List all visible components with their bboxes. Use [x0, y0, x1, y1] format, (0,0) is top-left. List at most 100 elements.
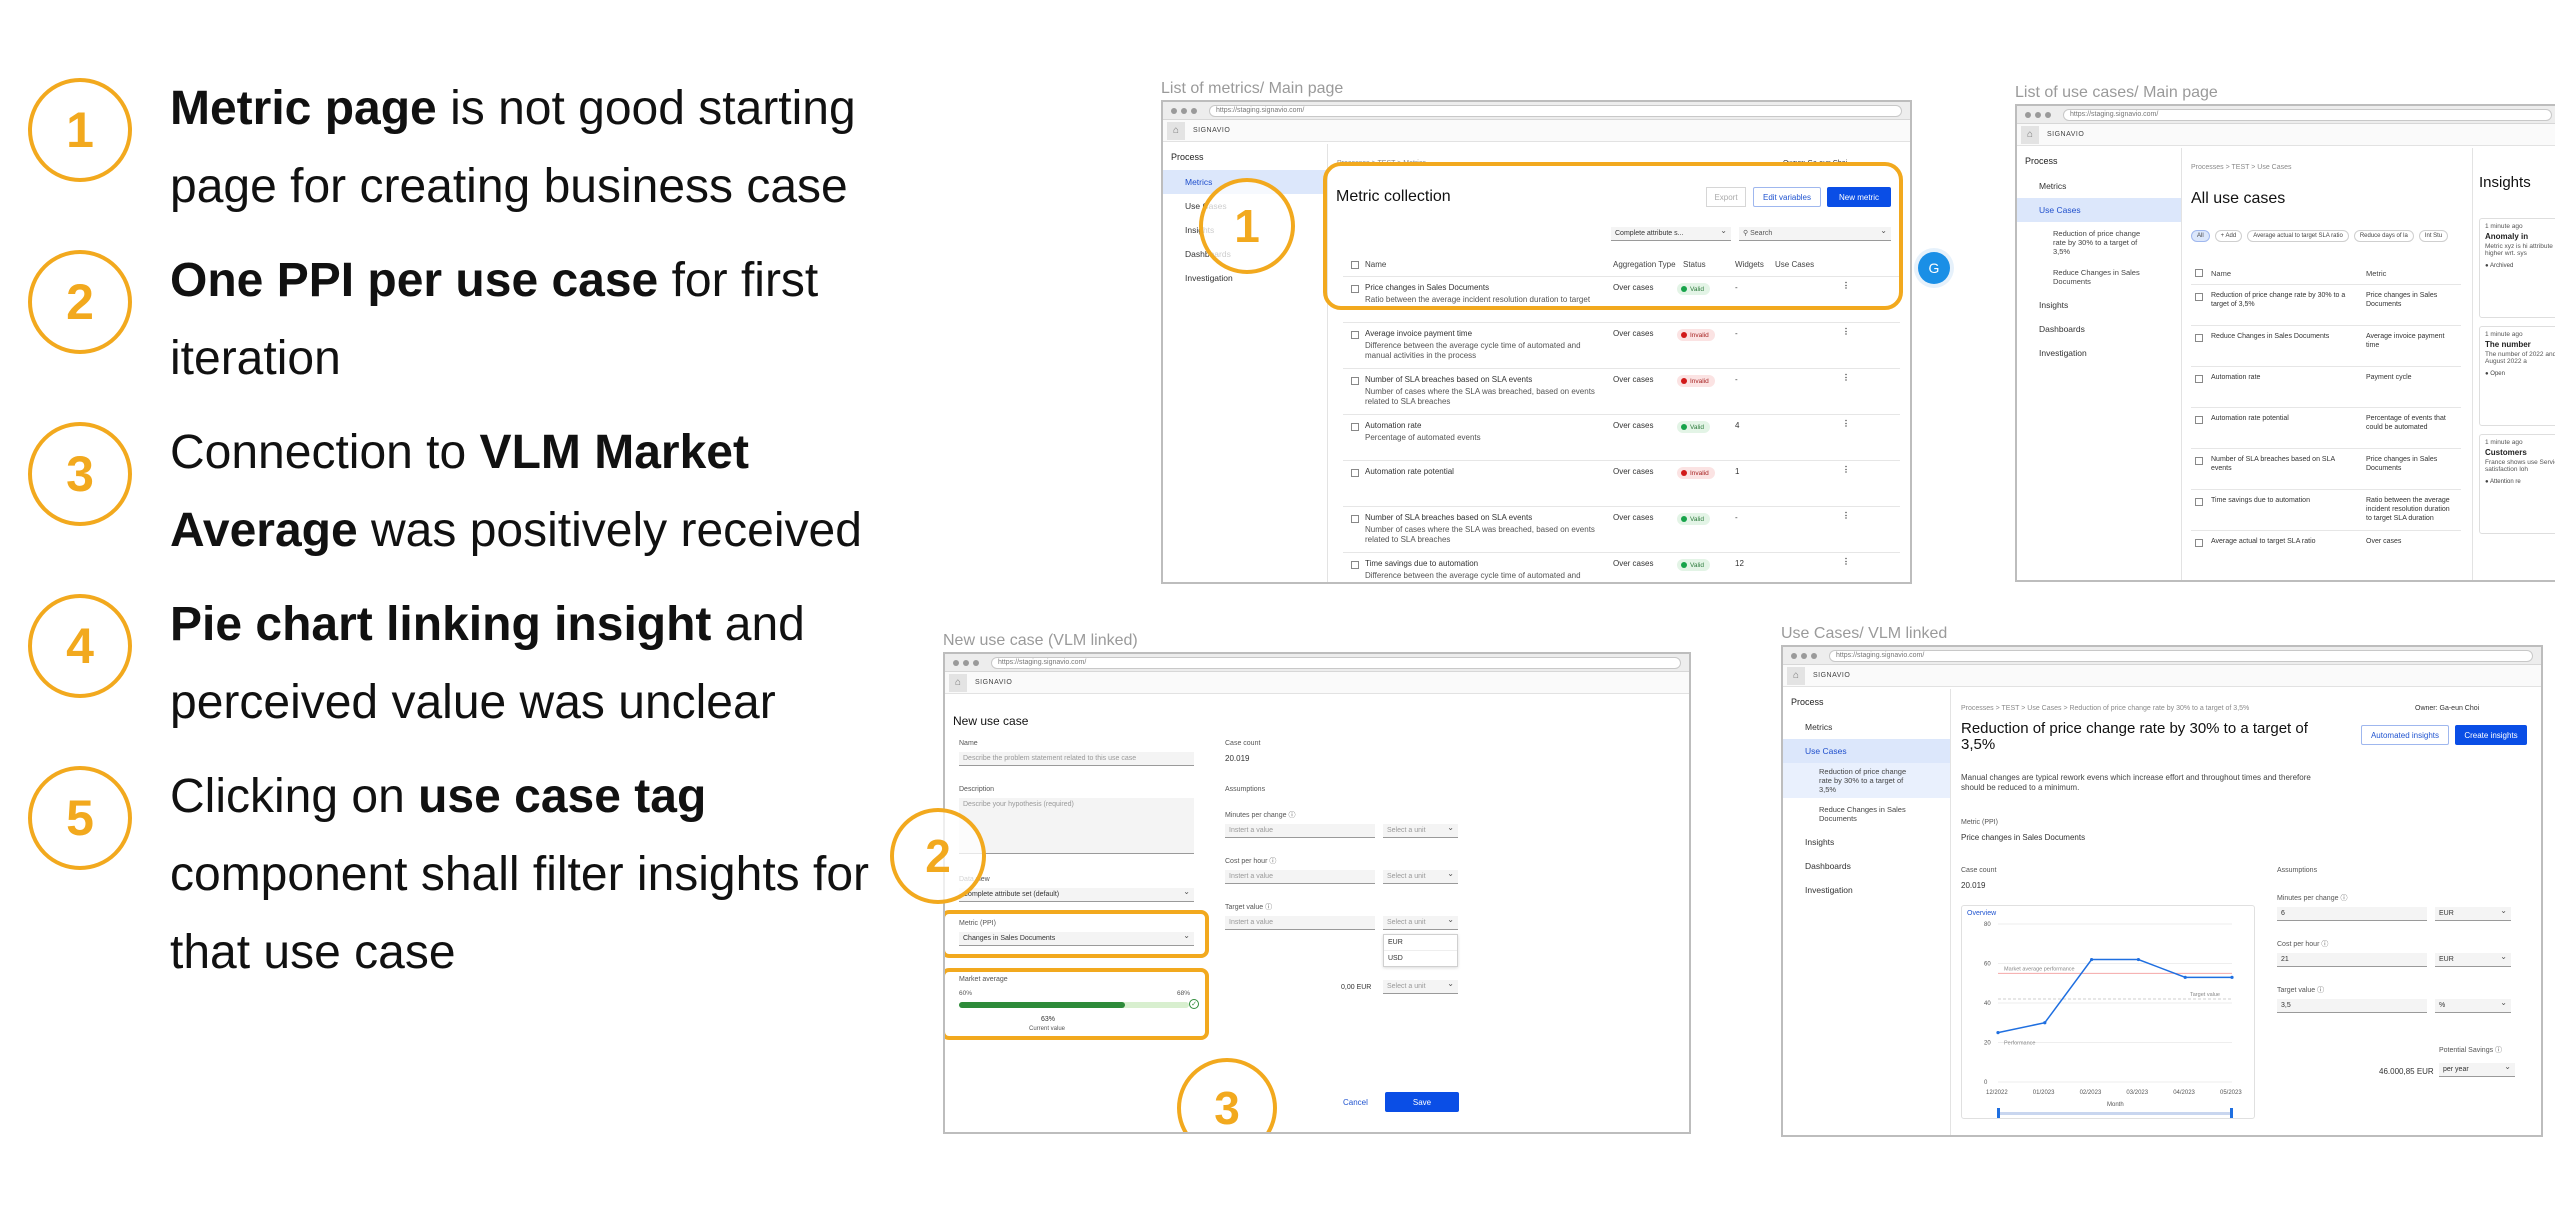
- minutes-input[interactable]: Instert a value: [1225, 824, 1375, 838]
- table-row[interactable]: Average actual to target SLA ratio Over c…: [2191, 530, 2461, 570]
- url-bar[interactable]: https://staging.signavio.com/: [2063, 108, 2552, 121]
- description-input[interactable]: Describe your hypothesis (required): [959, 798, 1194, 854]
- use-case-name[interactable]: Reduce Changes in Sales Documents: [2211, 332, 2351, 341]
- breadcrumb[interactable]: Processes > TEST > Use Cases: [2191, 164, 2292, 171]
- sidebar-subitem[interactable]: Reduction of price change rate by 30% to…: [1783, 763, 1950, 798]
- table-row[interactable]: Automation rate Percentage of automated e…: [1343, 414, 1900, 460]
- sidebar-item-insights[interactable]: Insights: [2017, 293, 2181, 317]
- metric-name[interactable]: Number of SLA breaches based on SLA even…: [1365, 375, 1595, 407]
- home-icon[interactable]: ⌂: [1787, 666, 1805, 685]
- total-unit-select[interactable]: Select a unit: [1383, 977, 1458, 994]
- table-row[interactable]: Time savings due to automation Ratio betw…: [2191, 489, 2461, 529]
- more-options-icon[interactable]: ⋮: [1842, 557, 1850, 566]
- metric-name[interactable]: Automation rate Percentage of automated e…: [1365, 421, 1595, 443]
- use-case-name[interactable]: Average actual to target SLA ratio: [2211, 537, 2351, 546]
- create-insights-button[interactable]: Create insights: [2455, 725, 2527, 745]
- table-row[interactable]: Average invoice payment time Difference b…: [1343, 322, 1900, 368]
- sidebar-item-use-cases[interactable]: Use Cases: [2017, 198, 2181, 222]
- target-unit-select[interactable]: Select a unit: [1383, 913, 1458, 930]
- target-input[interactable]: 3,5: [2277, 999, 2427, 1013]
- select-all-checkbox[interactable]: [2195, 269, 2203, 277]
- home-icon[interactable]: ⌂: [1167, 121, 1185, 140]
- cost-input[interactable]: Instert a value: [1225, 870, 1375, 884]
- row-checkbox[interactable]: [2195, 334, 2203, 342]
- cost-unit-select[interactable]: EUR: [2435, 950, 2511, 967]
- sidebar-item-investigation[interactable]: Investigation: [1783, 878, 1950, 902]
- sidebar-item-dashboards[interactable]: Dashboards: [2017, 317, 2181, 341]
- info-icon[interactable]: ⓘ: [2340, 895, 2347, 902]
- table-row[interactable]: Automation rate potential Over cases Inval…: [1343, 460, 1900, 506]
- cancel-button[interactable]: Cancel: [1343, 1098, 1368, 1107]
- info-icon[interactable]: ⓘ: [1269, 858, 1276, 865]
- info-icon[interactable]: ⓘ: [1265, 904, 1272, 911]
- table-row[interactable]: Number of SLA breaches based on SLA even…: [1343, 368, 1900, 414]
- row-checkbox[interactable]: [1351, 469, 1359, 477]
- table-row[interactable]: Reduction of price change rate by 30% to…: [2191, 284, 2461, 324]
- metric-name[interactable]: Time savings due to automation Difference…: [1365, 559, 1595, 581]
- target-unit-select[interactable]: %: [2435, 996, 2511, 1013]
- table-row[interactable]: Number of SLA breaches based on SLA even…: [2191, 448, 2461, 488]
- sidebar-subitem[interactable]: Reduce Changes in Sales Documents: [2017, 265, 2181, 289]
- more-options-icon[interactable]: ⋮: [1842, 327, 1850, 336]
- info-icon[interactable]: ⓘ: [2317, 987, 2324, 994]
- more-options-icon[interactable]: ⋮: [1842, 511, 1850, 520]
- row-checkbox[interactable]: [1351, 377, 1359, 385]
- row-checkbox[interactable]: [2195, 539, 2203, 547]
- avatar[interactable]: G: [1918, 252, 1950, 284]
- table-row[interactable]: Number of SLA breaches based on SLA even…: [1343, 506, 1900, 552]
- filter-chip[interactable]: Average actual to target SLA ratio: [2247, 230, 2349, 242]
- sidebar-subitem[interactable]: Reduce Changes in Sales Documents: [1783, 802, 1950, 826]
- filter-chip[interactable]: + Add: [2214, 230, 2243, 242]
- url-bar[interactable]: https://staging.signavio.com/: [991, 656, 1681, 669]
- row-checkbox[interactable]: [2195, 457, 2203, 465]
- sidebar-subitem[interactable]: Reduction of price change rate by 30% to…: [2017, 226, 2181, 259]
- table-row[interactable]: Reduce Changes in Sales Documents Average…: [2191, 325, 2461, 365]
- row-checkbox[interactable]: [1351, 331, 1359, 339]
- save-button[interactable]: Save: [1385, 1092, 1459, 1112]
- info-icon[interactable]: ⓘ: [2495, 1047, 2502, 1054]
- col-name[interactable]: Name: [2211, 269, 2231, 278]
- more-options-icon[interactable]: ⋮: [1842, 465, 1850, 474]
- minutes-unit-select[interactable]: EUR: [2435, 904, 2511, 921]
- more-options-icon[interactable]: ⋮: [1842, 373, 1850, 382]
- insight-card[interactable]: 1 minute ago The number The number of 2022…: [2479, 326, 2555, 426]
- insight-card[interactable]: 1 minute ago Anomaly in Metric xyz is hi a…: [2479, 218, 2555, 318]
- insight-tag[interactable]: ● Archived: [2485, 263, 2555, 269]
- use-case-name[interactable]: Automation rate: [2211, 373, 2351, 382]
- row-checkbox[interactable]: [2195, 416, 2203, 424]
- insight-tag[interactable]: ● Attention re: [2485, 479, 2555, 485]
- table-row[interactable]: Automation rate Payment cycle: [2191, 366, 2461, 406]
- sidebar-item-metrics[interactable]: Metrics: [1783, 715, 1950, 739]
- use-case-name[interactable]: Automation rate potential: [2211, 414, 2351, 423]
- info-icon[interactable]: ⓘ: [2321, 941, 2328, 948]
- automated-insights-button[interactable]: Automated insights: [2361, 725, 2449, 745]
- table-row[interactable]: Automation rate potential Percentage of e…: [2191, 407, 2461, 447]
- use-case-name[interactable]: Time savings due to automation: [2211, 496, 2351, 505]
- url-bar[interactable]: https://staging.signavio.com/: [1829, 649, 2533, 662]
- unit-option[interactable]: EUR: [1384, 935, 1457, 950]
- more-options-icon[interactable]: ⋮: [1842, 419, 1850, 428]
- metric-name[interactable]: Automation rate potential: [1365, 467, 1595, 479]
- info-icon[interactable]: ⓘ: [1288, 812, 1295, 819]
- use-case-name[interactable]: Number of SLA breaches based on SLA even…: [2211, 455, 2351, 473]
- home-icon[interactable]: ⌂: [949, 673, 967, 692]
- insight-card[interactable]: 1 minute ago Customers France shows use Se…: [2479, 434, 2555, 534]
- url-bar[interactable]: https://staging.signavio.com/: [1209, 104, 1902, 117]
- sidebar-item-dashboards[interactable]: Dashboards: [1783, 854, 1950, 878]
- table-row[interactable]: Time savings due to automation Difference…: [1343, 552, 1900, 582]
- cost-unit-select[interactable]: Select a unit: [1383, 867, 1458, 884]
- sidebar-item-investigation[interactable]: Investigation: [2017, 341, 2181, 365]
- row-checkbox[interactable]: [1351, 561, 1359, 569]
- minutes-input[interactable]: 6: [2277, 907, 2427, 921]
- use-case-name[interactable]: Reduction of price change rate by 30% to…: [2211, 291, 2351, 309]
- cost-input[interactable]: 21: [2277, 953, 2427, 967]
- data-view-select[interactable]: Complete attribute set (default): [959, 885, 1194, 902]
- minutes-unit-select[interactable]: Select a unit: [1383, 821, 1458, 838]
- insight-tag[interactable]: ● Open: [2485, 371, 2555, 377]
- sidebar-item-metrics[interactable]: Metrics: [2017, 174, 2181, 198]
- unit-option[interactable]: USD: [1384, 950, 1457, 966]
- row-checkbox[interactable]: [1351, 423, 1359, 431]
- row-checkbox[interactable]: [2195, 293, 2203, 301]
- col-metric[interactable]: Metric: [2366, 269, 2386, 278]
- metric-name[interactable]: Number of SLA breaches based on SLA even…: [1365, 513, 1595, 545]
